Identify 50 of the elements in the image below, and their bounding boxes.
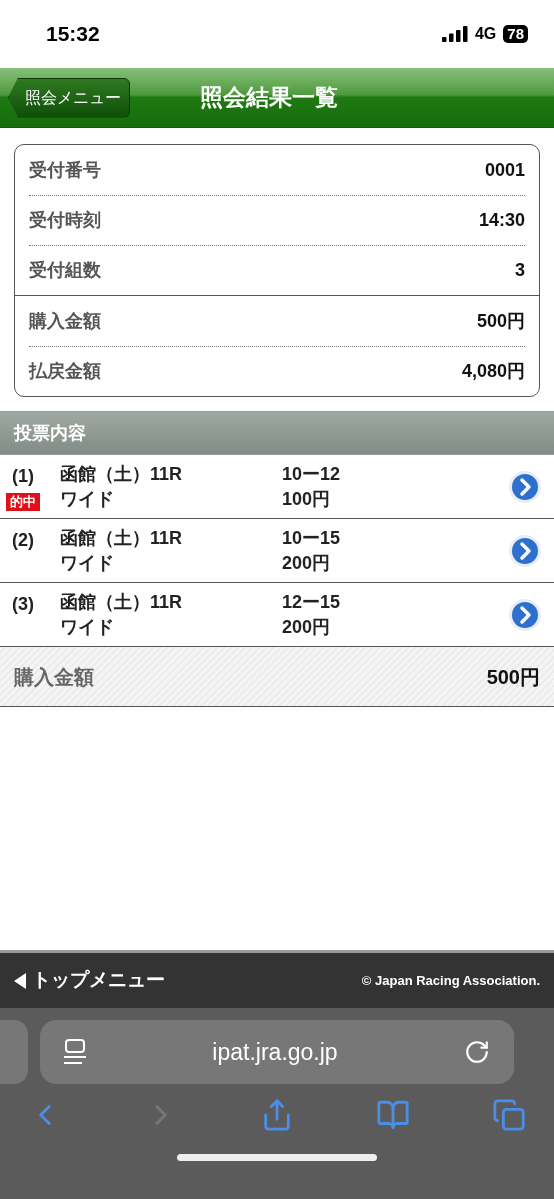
combination: 12ー15: [282, 591, 342, 613]
race-name: 函館（土）11R: [60, 527, 184, 549]
total-label: 購入金額: [14, 664, 94, 690]
bet-amount: 200円: [282, 552, 332, 574]
adjacent-tab[interactable]: [0, 1020, 28, 1084]
bet-type: ワイド: [60, 488, 115, 510]
summary-label: 受付番号: [29, 158, 101, 182]
total-value: 500円: [486, 664, 540, 690]
summary-value: 14:30: [478, 209, 525, 232]
summary-label: 購入金額: [29, 309, 101, 333]
race-name: 函館（土）11R: [60, 591, 184, 613]
chevron-circle-icon: [508, 469, 542, 504]
summary-label: 受付時刻: [29, 209, 101, 232]
summary-label: 払戻金額: [29, 360, 101, 383]
hit-badge: 的中: [6, 492, 40, 511]
back-button[interactable]: 照会メニュー: [8, 77, 130, 118]
summary-label: 受付組数: [29, 259, 101, 282]
bet-row[interactable]: (1) 的中 函館（土）11R ワイド 10ー12 100円: [0, 455, 554, 519]
summary-value: 500円: [476, 309, 525, 333]
bookmarks-icon[interactable]: [376, 1098, 410, 1132]
bet-number: (3): [12, 592, 34, 616]
chevron-circle-icon: [508, 533, 542, 568]
status-time: 15:32: [46, 21, 100, 48]
signal-icon: [441, 26, 468, 42]
tabs-icon[interactable]: [492, 1098, 526, 1132]
triangle-left-icon: [14, 972, 26, 989]
summary-value: 3: [515, 259, 525, 282]
bet-number: (1): [12, 464, 34, 488]
summary-value: 0001: [484, 158, 525, 182]
bet-type: ワイド: [60, 616, 115, 638]
page-title: 照会結果一覧: [200, 83, 338, 113]
bet-amount: 200円: [282, 616, 332, 638]
copyright: © Japan Racing Association.: [361, 971, 540, 990]
top-menu-link[interactable]: トップメニュー: [14, 966, 165, 995]
network-label: 4G: [474, 24, 497, 44]
url-text: ipat.jra.go.jp: [212, 1037, 338, 1067]
chevron-circle-icon: [508, 597, 542, 632]
address-bar[interactable]: ipat.jra.go.jp: [40, 1020, 514, 1084]
race-name: 函館（土）11R: [60, 463, 184, 485]
bet-number: (2): [12, 528, 34, 552]
reader-icon: [64, 1039, 86, 1065]
reload-icon: [464, 1039, 490, 1065]
combination: 10ー15: [282, 527, 342, 549]
battery-level: 78: [503, 25, 528, 43]
bet-row[interactable]: (2) 函館（土）11R ワイド 10ー15 200円: [0, 519, 554, 583]
bet-amount: 100円: [282, 488, 332, 510]
section-title: 投票内容: [14, 421, 86, 445]
bet-type: ワイド: [60, 552, 115, 574]
combination: 10ー12: [282, 463, 342, 485]
summary-value: 4,080円: [461, 360, 525, 383]
